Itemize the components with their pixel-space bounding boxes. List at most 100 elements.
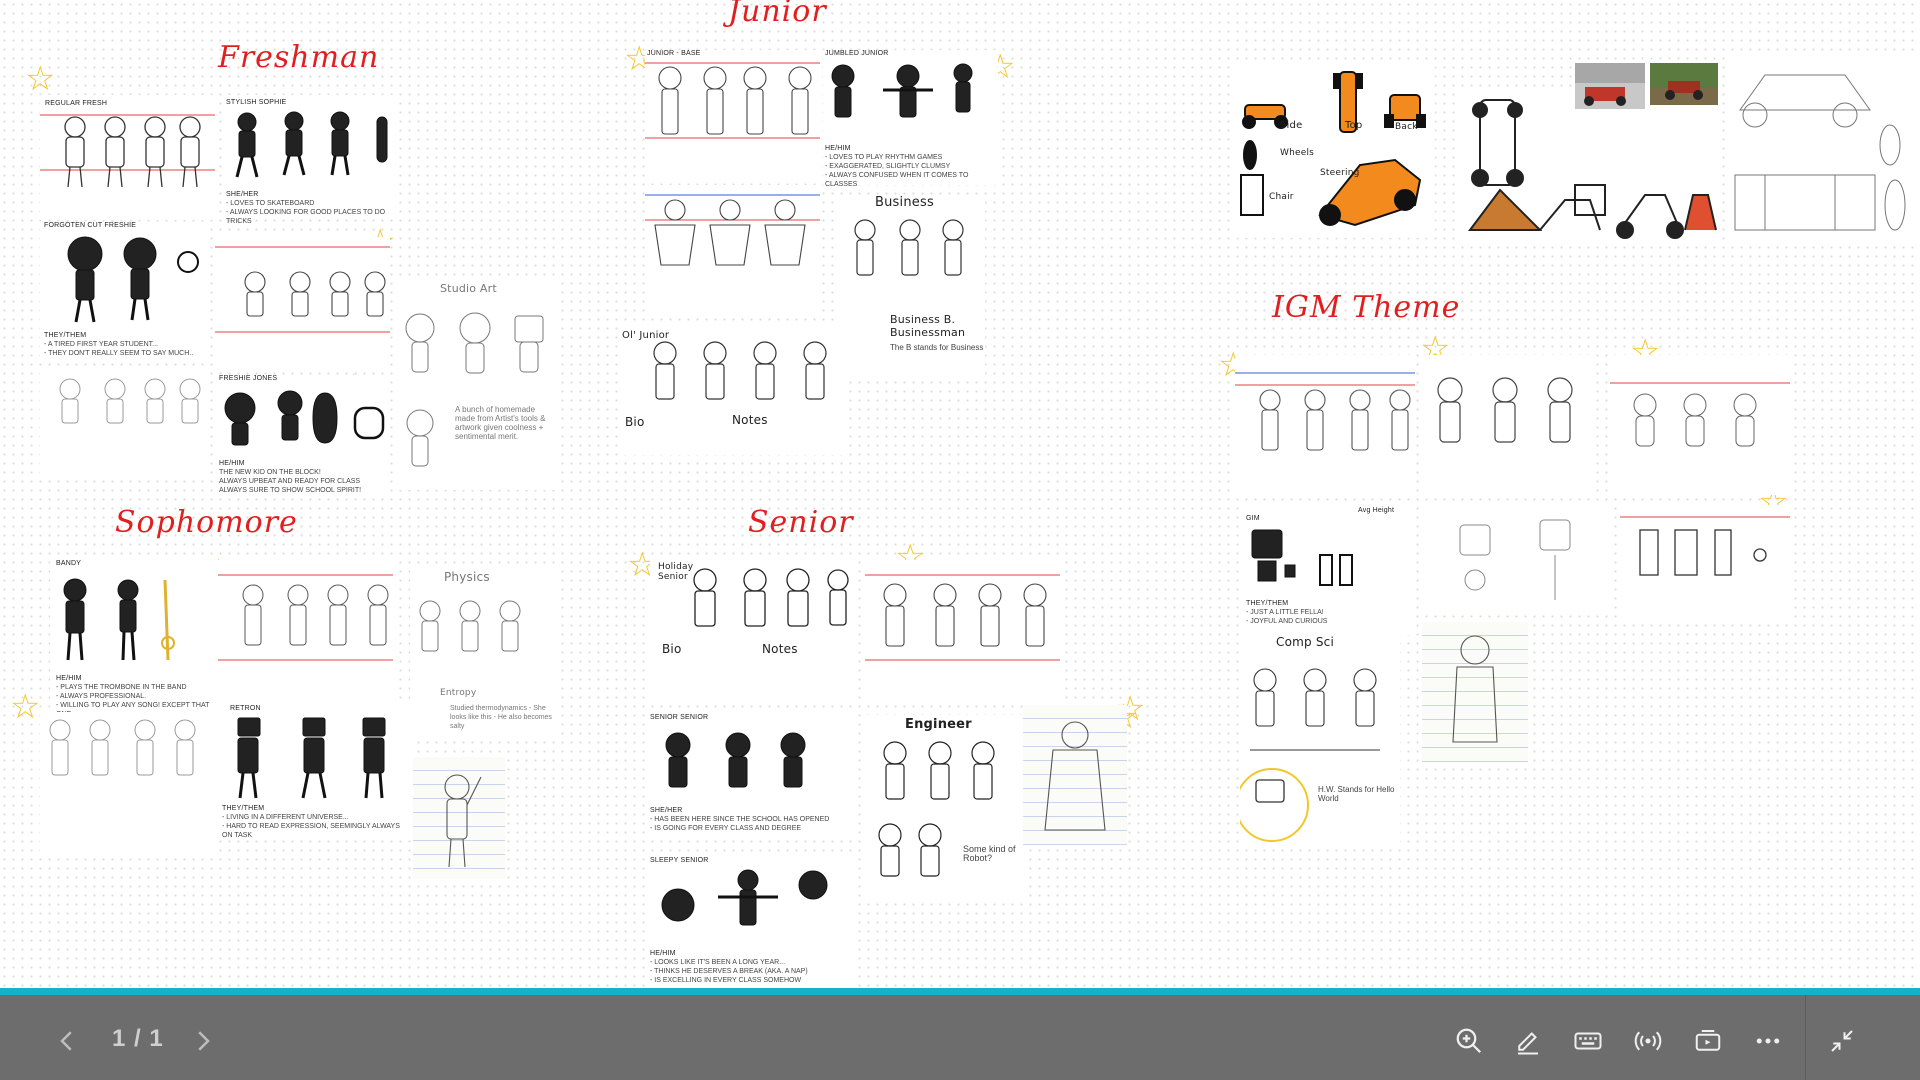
physics-sketch	[419, 600, 521, 652]
sheet-senior-senior: Senior Senior She/Her - Has been here si…	[648, 710, 853, 840]
label-entropy: Entropy	[440, 688, 477, 698]
sheet-engineer-drawing	[1023, 705, 1127, 845]
junior-buff-sketch	[645, 194, 820, 266]
sheet-kart-frame	[1460, 90, 1720, 240]
label-forgotten-pronouns: They/Them	[44, 332, 87, 339]
previous-page-button[interactable]	[47, 1021, 87, 1061]
note-line: - Is excelling in every class somehow	[650, 977, 802, 984]
label-gim: GIM	[1246, 515, 1260, 522]
igm-c-sketch	[1610, 382, 1790, 447]
senior-turnaround-sketch	[865, 574, 1060, 661]
note-line: - Has been here since the school has ope…	[650, 816, 830, 823]
kart-orange-sketch	[1240, 71, 1426, 227]
note-line: - Loves to skateboard	[226, 200, 315, 207]
heading-igm-theme: IGM Theme	[1272, 290, 1461, 325]
photo-kart-2	[1650, 63, 1718, 105]
broadcast-button[interactable]	[1628, 1021, 1668, 1061]
photo-kart-2-image	[1650, 63, 1718, 105]
sheet-gim-concepts	[1425, 505, 1610, 615]
fresh-turnaround-sketch	[215, 246, 390, 333]
zoom-in-button[interactable]	[1449, 1021, 1489, 1061]
sleepy-notes: - Looks like it's been a long year... - …	[650, 958, 850, 985]
sheet-physics: Physics Entropy Studied thermodynamics -…	[410, 568, 560, 738]
next-page-button[interactable]	[183, 1021, 223, 1061]
cast-button[interactable]	[1688, 1021, 1728, 1061]
sheet-jumbled-junior: Jumbled Junior He/Him - Loves to play rh…	[823, 50, 998, 188]
ol-junior-sketch	[653, 341, 827, 400]
label-sleepy-senior: Sleepy Senior	[650, 857, 709, 864]
sheet-fresh-pencil	[40, 367, 210, 477]
senior-notes: - Has been here since the school has ope…	[650, 815, 850, 833]
physics-drawing-sketch	[444, 774, 482, 868]
label-back: Back	[1395, 122, 1418, 132]
note-line: - Plays the trombone in the band	[56, 684, 187, 691]
note-line: - Is going for every class and degree	[650, 825, 802, 832]
sheet-igm-c	[1610, 355, 1790, 495]
star-doodle: ☆	[25, 60, 56, 98]
kart-frame-sketch	[1468, 99, 1717, 239]
label-retron-pronouns: They/Them	[222, 805, 265, 812]
label-bandy-pronouns: He/Him	[56, 675, 82, 682]
toolbar-accent-strip	[0, 988, 1920, 995]
engineer-sketch	[878, 741, 995, 877]
annotate-button[interactable]	[1508, 1021, 1548, 1061]
gim-concepts-sketch	[1459, 519, 1571, 600]
sheet-kart-orange: Side Top Back Wheels Steering Chair	[1235, 60, 1435, 238]
label-sophie-pronouns: She/Her	[226, 191, 259, 198]
senior-senior-sketch	[665, 732, 806, 788]
sheet-bandy: Bandy He/Him - Plays the trombone in the…	[50, 560, 220, 718]
business-note: The B stands for Business	[890, 343, 984, 352]
forgotten-notes: - A tired first year student... - They d…	[44, 340, 210, 358]
sheet-soph-pencil	[40, 712, 215, 852]
gim-notes: - Just a little fella! - Joyful and curi…	[1246, 608, 1414, 626]
physics-note: Studied thermodynamics - She looks like …	[450, 705, 552, 730]
sheet-stylish-sophie: Stylish Sophie She/Her - Loves to skateb…	[222, 95, 397, 225]
label-avg-height: Avg Height	[1358, 507, 1395, 514]
bottom-toolbar: 1 / 1	[0, 995, 1920, 1080]
label-junior-base: Junior - Base	[647, 50, 701, 57]
more-options-button[interactable]	[1748, 1021, 1788, 1061]
label-jumbled-pronouns: He/Him	[825, 145, 851, 152]
heading-freshman: Freshman	[218, 40, 380, 75]
label-studio-art: Studio Art	[440, 282, 497, 295]
whiteboard-canvas[interactable]: Freshman Sophomore Junior Senior IGM The…	[0, 0, 1920, 990]
business-sketch	[854, 219, 964, 276]
note-line: - They don't really seem to say much..	[44, 350, 194, 357]
minimize-button[interactable]	[1822, 1021, 1862, 1061]
sheet-kart-blueprint	[1725, 55, 1920, 245]
note-line: - Always confused when it comes to class…	[825, 172, 969, 188]
note-line: Always sure to show school spirit!	[219, 487, 362, 494]
label-retron: Retron	[230, 705, 261, 712]
label-jones-pronouns: He/Him	[219, 460, 245, 467]
sheet-igm-b	[1420, 355, 1595, 495]
label-business: Business	[875, 195, 934, 210]
regular-fresh-sketch	[40, 114, 215, 188]
engineer-drawing-sketch	[1044, 721, 1106, 831]
jones-notes: The new kid on the block! Always upbeat …	[219, 468, 389, 495]
soph-turnaround-sketch	[218, 574, 393, 661]
keyboard-button[interactable]	[1568, 1021, 1608, 1061]
label-sleepy-pronouns: He/Him	[650, 950, 676, 957]
heading-junior: Junior	[728, 0, 827, 29]
retron-sketch	[237, 717, 386, 799]
soph-pencil-sketch	[49, 719, 196, 776]
engineer-note: Some kind of Robot?	[963, 844, 1016, 863]
sheet-freshie-jones: Freshie Jones He/Him The new kid on the …	[215, 375, 390, 495]
note-line: - Just a little fella!	[1246, 609, 1324, 616]
studio-art-sketch	[405, 312, 544, 467]
label-bio: Bio	[625, 415, 645, 429]
comp-sci-sketch	[1240, 668, 1380, 842]
more-icon	[1756, 1038, 1780, 1044]
junior-base-sketch	[645, 62, 820, 139]
sheet-junior-base: Junior - Base	[645, 50, 820, 180]
label-bio: Bio	[662, 642, 682, 656]
sheet-comp-sci: Comp Sci H.W. Stands for Hello World	[1240, 635, 1400, 845]
sheet-studio-art: Studio Art A bunch of homemade made from…	[395, 280, 555, 490]
label-senior-senior: Senior Senior	[650, 714, 709, 721]
label-steering: Steering	[1320, 168, 1360, 178]
label-comp-sci: Comp Sci	[1276, 635, 1334, 649]
sheet-soph-turnaround	[218, 560, 393, 700]
heading-senior: Senior	[748, 505, 854, 540]
igm-a-sketch	[1235, 372, 1415, 451]
igm-b-sketch	[1437, 377, 1573, 443]
